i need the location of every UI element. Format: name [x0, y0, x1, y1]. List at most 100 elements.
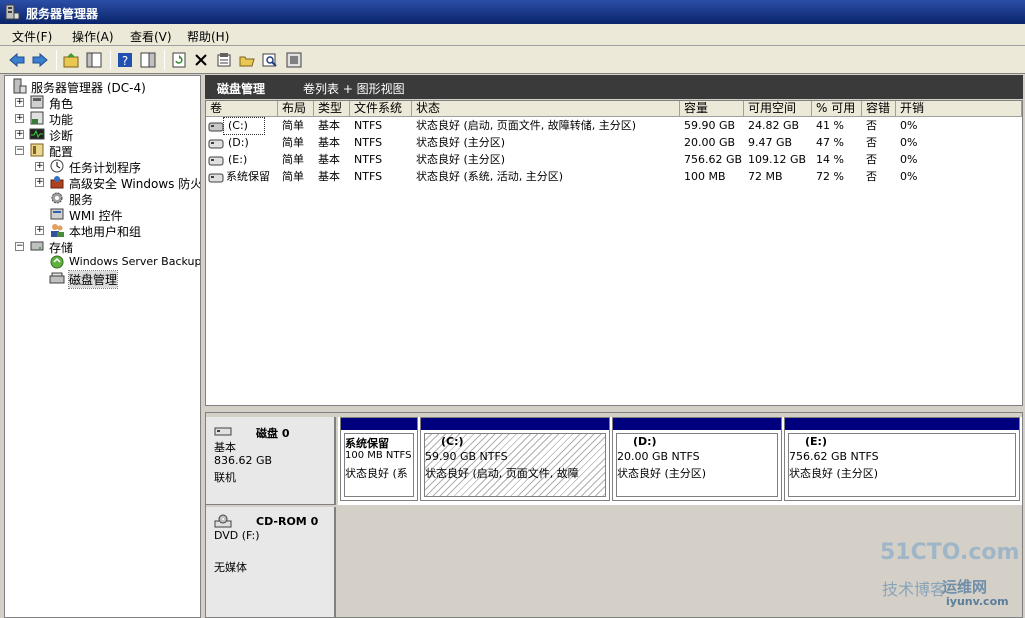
expand-icon[interactable]: + — [15, 114, 24, 123]
volume-status: 状态良好 (启动, 页面文件, 故障转储, 主分区) — [416, 119, 637, 132]
expand-icon[interactable]: + — [15, 130, 24, 139]
column-header-percent-free[interactable]: % 可用 — [812, 101, 862, 117]
volume-layout: 简单 — [282, 119, 304, 132]
column-header-fault-tolerance[interactable]: 容错 — [862, 101, 896, 117]
volume-free: 109.12 GB — [748, 153, 807, 166]
volume-overhead: 0% — [900, 153, 918, 166]
column-header-volume[interactable]: 卷 — [206, 101, 278, 117]
volume-type: 基本 — [318, 136, 340, 149]
partition-status: 状态良好 (系 — [345, 467, 408, 480]
find-icon[interactable] — [261, 51, 279, 69]
partition-size: 100 MB NTFS — [345, 450, 412, 461]
column-header-type[interactable]: 类型 — [314, 101, 350, 117]
watermark-ops: 运维网 — [942, 578, 988, 596]
partition-status: 状态良好 (主分区) — [617, 467, 707, 480]
tree-item-disk-management[interactable]: 磁盘管理 — [7, 270, 197, 289]
volume-status: 状态良好 (系统, 活动, 主分区) — [416, 170, 564, 183]
menu-help[interactable]: 帮助(H) — [187, 28, 229, 45]
volume-name: (D:) — [228, 136, 249, 149]
partition-bar — [613, 418, 781, 430]
partition-c[interactable]: (C:) 59.90 GB NTFS 状态良好 (启动, 页面文件, 故障 — [420, 417, 610, 501]
up-folder-icon[interactable] — [62, 51, 80, 69]
disk-0-info[interactable]: 磁盘 0 基本 836.62 GB 联机 — [206, 417, 336, 505]
storage-icon — [30, 241, 44, 251]
tree-item-firewall[interactable]: + 高级安全 Windows 防火墙 — [7, 174, 200, 191]
open-icon[interactable] — [238, 51, 256, 69]
volume-icon — [208, 156, 224, 166]
volume-layout: 简单 — [282, 153, 304, 166]
menu-file[interactable]: 文件(F) — [12, 28, 52, 45]
tree-item-backup[interactable]: Windows Server Backup — [7, 254, 200, 270]
disk-size: 836.62 GB — [214, 454, 273, 467]
tree-item-storage[interactable]: − 存储 — [7, 238, 197, 255]
forward-icon[interactable] — [31, 51, 49, 69]
collapse-icon[interactable]: − — [15, 242, 24, 251]
tree-item-wmi[interactable]: WMI 控件 — [7, 206, 197, 223]
tree-item-task-scheduler[interactable]: + 任务计划程序 — [7, 158, 200, 175]
volume-overhead: 0% — [900, 136, 918, 149]
volume-type: 基本 — [318, 170, 340, 183]
expand-icon[interactable]: + — [35, 226, 44, 235]
volume-percent-free: 47 % — [816, 136, 844, 149]
volume-list: 卷 布局 类型 文件系统 状态 容量 可用空间 % 可用 容错 开销 (C:) … — [205, 100, 1023, 406]
partition-bar — [421, 418, 609, 430]
partition-e[interactable]: (E:) 756.62 GB NTFS 状态良好 (主分区) — [784, 417, 1020, 501]
partition-size: 59.90 GB NTFS — [425, 450, 508, 463]
diagnostics-icon — [29, 128, 45, 140]
clock-icon — [50, 159, 64, 173]
svg-text:?: ? — [122, 54, 128, 68]
window-title: 服务器管理器 — [26, 7, 99, 21]
disk-type: 基本 — [214, 441, 236, 454]
content-title: 磁盘管理 — [217, 82, 266, 96]
firewall-icon — [50, 176, 64, 189]
disk-icon — [214, 427, 232, 436]
partition-d[interactable]: (D:) 20.00 GB NTFS 状态良好 (主分区) — [612, 417, 782, 501]
partition-status: 状态良好 (启动, 页面文件, 故障 — [425, 467, 579, 480]
content-header: 磁盘管理 卷列表 + 图形视图 — [205, 75, 1023, 99]
menu-view[interactable]: 查看(V) — [130, 28, 172, 45]
expand-icon[interactable]: + — [35, 178, 44, 187]
help-icon[interactable]: ? — [116, 51, 134, 69]
show-hide-tree-icon[interactable] — [85, 51, 103, 69]
collapse-icon[interactable]: − — [15, 146, 24, 155]
properties-pane-icon[interactable] — [139, 51, 157, 69]
configuration-icon — [30, 143, 44, 157]
column-header-capacity[interactable]: 容量 — [680, 101, 744, 117]
menu-action[interactable]: 操作(A) — [72, 28, 114, 45]
server-manager-icon — [5, 4, 20, 20]
disk-name: 磁盘 0 — [256, 427, 290, 440]
cdrom-0-info[interactable]: CD-ROM 0 DVD (F:) 无媒体 — [206, 507, 336, 617]
tree-item-configuration[interactable]: − 配置 — [7, 142, 197, 159]
properties-icon[interactable] — [215, 51, 233, 69]
column-header-filesystem[interactable]: 文件系统 — [350, 101, 412, 117]
title-bar: 服务器管理器 — [0, 0, 1025, 24]
volume-fault-tolerance: 否 — [866, 170, 877, 183]
view-mode: 卷列表 + 图形视图 — [303, 82, 405, 96]
partition-system-reserved[interactable]: 系统保留 100 MB NTFS 状态良好 (系 — [340, 417, 418, 501]
tree-item-local-users[interactable]: + 本地用户和组 — [7, 222, 197, 239]
back-icon[interactable] — [8, 51, 26, 69]
settings-icon[interactable] — [285, 51, 303, 69]
column-header-overhead[interactable]: 开销 — [896, 101, 1022, 117]
delete-icon[interactable] — [192, 51, 210, 69]
watermark-site: 51CTO.com — [880, 540, 1020, 565]
refresh-icon[interactable] — [170, 51, 188, 69]
tree-item-server-manager[interactable]: 服务器管理器 (DC-4) — [7, 78, 197, 95]
volume-filesystem: NTFS — [354, 170, 383, 183]
expand-icon[interactable]: + — [15, 98, 24, 107]
volume-filesystem: NTFS — [354, 136, 383, 149]
volume-fault-tolerance: 否 — [866, 136, 877, 149]
roles-icon — [30, 95, 44, 109]
tree-item-diagnostics[interactable]: + 诊断 — [7, 126, 197, 143]
volume-capacity: 100 MB — [684, 170, 726, 183]
server-icon — [13, 78, 27, 94]
expand-icon[interactable]: + — [35, 162, 44, 171]
column-header-free-space[interactable]: 可用空间 — [744, 101, 812, 117]
tree-item-services[interactable]: 服务 — [7, 190, 197, 207]
tree-item-roles[interactable]: + 角色 — [7, 94, 197, 111]
volume-filesystem: NTFS — [354, 153, 383, 166]
tree-item-features[interactable]: + 功能 — [7, 110, 197, 127]
column-header-layout[interactable]: 布局 — [278, 101, 314, 117]
cdrom-drive: DVD (F:) — [214, 529, 260, 542]
column-header-status[interactable]: 状态 — [412, 101, 680, 117]
